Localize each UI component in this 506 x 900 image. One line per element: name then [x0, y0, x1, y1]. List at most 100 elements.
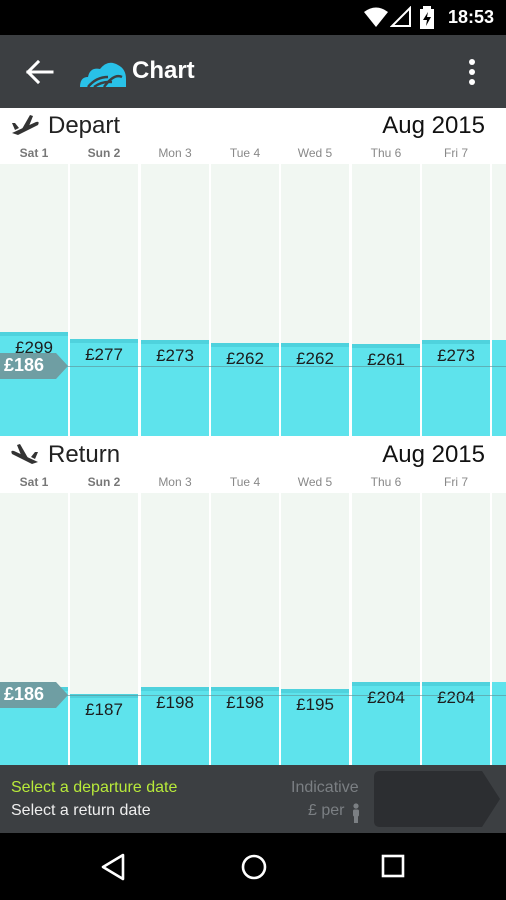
date-column[interactable]: £273 [141, 164, 209, 436]
depart-section: Depart Aug 2015 Sat 1 Sun 2 Mon 3 Tue 4 Wed … [0, 108, 506, 436]
price-bar[interactable]: £262 [281, 343, 349, 436]
clock: 18:53 [447, 7, 494, 27]
overflow-menu-icon[interactable] [462, 57, 482, 87]
return-section: Return Aug 2015 Sat 1 Sun 2 Mon 3 Tue 4 Wed … [0, 437, 506, 765]
lowest-price-line [0, 366, 506, 367]
price-label: £187 [85, 700, 123, 720]
back-arrow-icon[interactable] [22, 57, 56, 87]
per-person-label: £ per [308, 802, 345, 819]
price-bar-top [352, 343, 420, 348]
date-column[interactable]: £198 [0, 493, 68, 765]
day-label: Mon 3 [158, 475, 192, 489]
date-column[interactable]: £198 [141, 493, 209, 765]
date-column[interactable]: £273 [422, 164, 490, 436]
plane-depart-icon [12, 115, 39, 135]
battery-charging-icon [420, 6, 434, 29]
day-label: Tue 4 [229, 146, 261, 160]
date-column-partial[interactable] [492, 493, 506, 765]
day-label: Thu 6 [370, 146, 402, 160]
price-bar-partial[interactable] [492, 339, 506, 436]
price-bar-top [422, 339, 490, 344]
day-label: Mon 3 [158, 146, 192, 160]
plane-return-icon [11, 444, 39, 464]
status-bar: 18:53 [0, 0, 506, 35]
price-bar-top [352, 682, 420, 687]
price-bar[interactable]: £277 [70, 338, 138, 436]
day-label: Fri 7 [444, 475, 468, 489]
departure-prompt: Select a departure date [11, 779, 178, 796]
day-label: Tue 4 [229, 475, 261, 489]
date-column[interactable]: £204 [422, 493, 490, 765]
depart-month: Aug 2015 [382, 112, 485, 139]
price-bar[interactable]: £273 [422, 339, 490, 436]
signal-icon [390, 6, 411, 27]
price-bar-top [0, 332, 68, 337]
nav-recents-icon[interactable] [381, 854, 405, 878]
depart-header: Depart Aug 2015 [0, 108, 506, 144]
lowest-price-label: £186 [4, 355, 45, 375]
date-column[interactable]: £198 [211, 493, 279, 765]
date-column[interactable]: £261 [352, 164, 420, 436]
price-bar-top [141, 686, 209, 691]
person-icon [353, 803, 359, 823]
return-month: Aug 2015 [382, 441, 485, 468]
price-bar[interactable]: £198 [141, 686, 209, 765]
price-bar[interactable]: £261 [352, 343, 420, 436]
price-bar-top [422, 682, 490, 687]
date-column[interactable]: £277 [70, 164, 138, 436]
date-column-partial[interactable] [492, 164, 506, 436]
price-bar[interactable]: £299 [0, 332, 68, 436]
day-label: Fri 7 [444, 146, 468, 160]
date-column[interactable]: £262 [281, 164, 349, 436]
price-bar[interactable]: £195 [281, 688, 349, 765]
day-label: Sat 1 [19, 146, 49, 160]
price-label: £204 [437, 688, 475, 708]
price-label: £273 [437, 345, 475, 365]
day-label: Wed 5 [297, 475, 333, 489]
price-bar-top [141, 339, 209, 344]
page-title: Chart [132, 57, 195, 84]
price-bar[interactable]: £262 [211, 343, 279, 436]
price-bar-top [281, 343, 349, 348]
date-column[interactable]: £299 [0, 164, 68, 436]
price-label: £273 [156, 345, 194, 365]
price-label: £277 [85, 344, 123, 364]
app-bar: Chart [0, 35, 506, 108]
return-day-labels: Sat 1 Sun 2 Mon 3 Tue 4 Wed 5 Thu 6 Fri 7 [0, 475, 506, 493]
lowest-price-line [0, 695, 506, 696]
price-label: £204 [367, 688, 405, 708]
date-column[interactable]: £262 [211, 164, 279, 436]
nav-back-icon[interactable] [100, 853, 126, 881]
price-bar-top [211, 343, 279, 348]
nav-home-icon[interactable] [240, 853, 268, 881]
day-label: Sat 1 [19, 475, 49, 489]
return-prompt: Select a return date [11, 802, 151, 819]
navigation-bar [0, 833, 506, 900]
day-label: Thu 6 [370, 475, 402, 489]
day-label: Sun 2 [87, 475, 121, 489]
price-bar[interactable]: £187 [70, 694, 138, 765]
continue-button[interactable] [374, 771, 500, 827]
depart-day-labels: Sat 1 Sun 2 Mon 3 Tue 4 Wed 5 Thu 6 Fri 7 [0, 146, 506, 164]
price-bar[interactable]: £198 [211, 686, 279, 765]
lowest-price-marker: £186 [0, 682, 70, 708]
price-bar-top [211, 686, 279, 691]
date-column[interactable]: £187 [70, 493, 138, 765]
lowest-price-marker: £186 [0, 353, 70, 379]
price-bar-top [70, 338, 138, 343]
return-header: Return Aug 2015 [0, 437, 506, 473]
return-label: Return [48, 441, 121, 468]
day-label: Sun 2 [87, 146, 121, 160]
date-column[interactable]: £195 [281, 493, 349, 765]
selection-footer: Select a departure date Select a return … [0, 765, 506, 833]
price-label: £195 [296, 694, 334, 714]
return-chart: £198£187£198£198£195£204£204£186 [0, 493, 506, 765]
depart-chart: £299 £277 £273 £262 £262 £261 £273 £186 [0, 164, 506, 436]
date-column[interactable]: £204 [352, 493, 420, 765]
wifi-icon [364, 7, 388, 27]
day-label: Wed 5 [297, 146, 333, 160]
depart-label: Depart [48, 112, 121, 139]
cloud-logo-icon [80, 62, 126, 89]
price-bar-top [281, 688, 349, 693]
price-bar[interactable]: £273 [141, 339, 209, 436]
